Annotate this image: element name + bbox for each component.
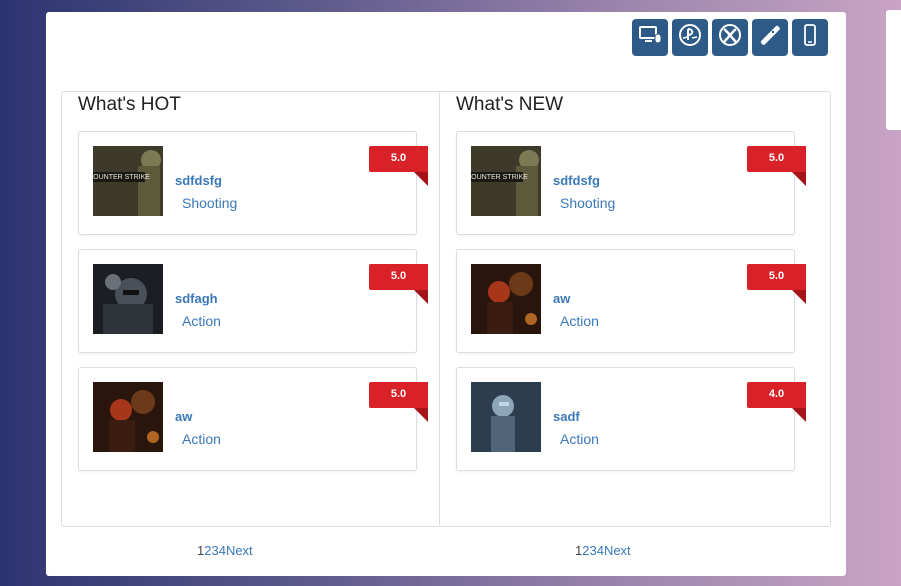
- game-genre-link[interactable]: Action: [182, 431, 221, 447]
- panel-title: What's NEW: [456, 94, 564, 115]
- game-name-link[interactable]: sdfdsfg: [553, 173, 600, 188]
- page-link-4[interactable]: 4: [597, 543, 604, 558]
- panel-title: What's HOT: [78, 94, 181, 115]
- game-genre-link[interactable]: Shooting: [560, 195, 615, 211]
- platform-filter-bar: [632, 19, 828, 56]
- page-link-3[interactable]: 3: [589, 543, 596, 558]
- game-thumbnail[interactable]: [471, 264, 541, 334]
- mobile-phone-icon: [798, 23, 822, 52]
- rating-value: 4.0: [747, 382, 806, 408]
- xbox-button[interactable]: [712, 19, 748, 56]
- mobile-button[interactable]: [792, 19, 828, 56]
- rating-value: 5.0: [747, 146, 806, 172]
- game-thumbnail[interactable]: COUNTER STRIKE: [471, 146, 541, 216]
- playstation-button[interactable]: [672, 19, 708, 56]
- next-page-link[interactable]: Next: [226, 543, 253, 558]
- whats-new-panel: What's NEW COUNTER STRIKE sdfdsfg Shooti…: [439, 91, 831, 527]
- playstation-icon: [678, 23, 702, 52]
- page-link-3[interactable]: 3: [211, 543, 218, 558]
- game-genre-link[interactable]: Action: [560, 431, 599, 447]
- wii-remote-icon: [758, 23, 782, 52]
- game-name-link[interactable]: aw: [175, 409, 192, 424]
- game-thumbnail[interactable]: [93, 382, 163, 452]
- new-pagination: 1234Next: [575, 543, 631, 558]
- side-panel: [886, 10, 901, 130]
- games-card: What's HOT COUNTER STRIKE sdfdsfg Shooti…: [46, 12, 846, 576]
- rating-badge: 5.0: [369, 264, 428, 304]
- rating-badge: 4.0: [747, 382, 806, 422]
- rating-fold: [792, 408, 806, 422]
- whats-hot-panel: What's HOT COUNTER STRIKE sdfdsfg Shooti…: [61, 91, 453, 527]
- game-name-link[interactable]: aw: [553, 291, 570, 306]
- wii-button[interactable]: [752, 19, 788, 56]
- rating-badge: 5.0: [747, 146, 806, 186]
- pc-button[interactable]: [632, 19, 668, 56]
- svg-text:COUNTER STRIKE: COUNTER STRIKE: [93, 174, 150, 181]
- rating-badge: 5.0: [369, 382, 428, 422]
- game-name-link[interactable]: sdfagh: [175, 291, 218, 306]
- rating-fold: [414, 172, 428, 186]
- rating-badge: 5.0: [369, 146, 428, 186]
- game-card[interactable]: sadf Action 4.0: [456, 367, 806, 471]
- rating-value: 5.0: [369, 382, 428, 408]
- xbox-icon: [718, 23, 742, 52]
- svg-text:COUNTER STRIKE: COUNTER STRIKE: [471, 174, 528, 181]
- rating-fold: [792, 172, 806, 186]
- rating-value: 5.0: [369, 264, 428, 290]
- game-card[interactable]: COUNTER STRIKE sdfdsfg Shooting 5.0: [78, 131, 428, 235]
- game-thumbnail[interactable]: [471, 382, 541, 452]
- rating-fold: [792, 290, 806, 304]
- game-name-link[interactable]: sdfdsfg: [175, 173, 222, 188]
- game-genre-link[interactable]: Action: [560, 313, 599, 329]
- game-genre-link[interactable]: Action: [182, 313, 221, 329]
- hot-pagination: 1234Next: [197, 543, 253, 558]
- game-card[interactable]: sdfagh Action 5.0: [78, 249, 428, 353]
- game-card[interactable]: COUNTER STRIKE sdfdsfg Shooting 5.0: [456, 131, 806, 235]
- rating-badge: 5.0: [747, 264, 806, 304]
- computer-mouse-icon: [638, 23, 662, 52]
- game-genre-link[interactable]: Shooting: [182, 195, 237, 211]
- rating-value: 5.0: [369, 146, 428, 172]
- game-name-link[interactable]: sadf: [553, 409, 580, 424]
- game-card[interactable]: aw Action 5.0: [78, 367, 428, 471]
- game-thumbnail[interactable]: COUNTER STRIKE: [93, 146, 163, 216]
- rating-value: 5.0: [747, 264, 806, 290]
- game-thumbnail[interactable]: [93, 264, 163, 334]
- rating-fold: [414, 290, 428, 304]
- next-page-link[interactable]: Next: [604, 543, 631, 558]
- game-card[interactable]: aw Action 5.0: [456, 249, 806, 353]
- page-link-4[interactable]: 4: [219, 543, 226, 558]
- rating-fold: [414, 408, 428, 422]
